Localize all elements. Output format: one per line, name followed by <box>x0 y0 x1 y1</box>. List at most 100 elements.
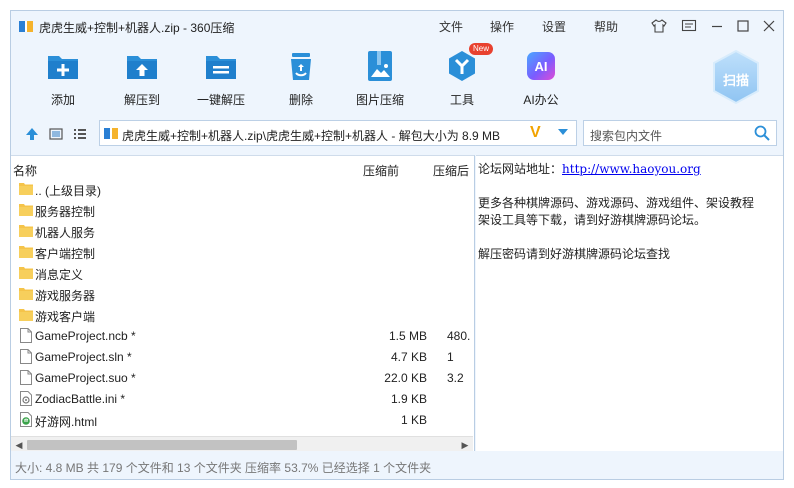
scan-label: 扫描 <box>722 73 749 88</box>
search-icon[interactable] <box>754 125 770 144</box>
tools-icon: New <box>445 43 493 83</box>
extract-to-label: 解压到 <box>123 93 160 107</box>
delete-button[interactable]: 删除 <box>263 49 339 109</box>
item-name: .. (上级目录) <box>35 184 101 198</box>
image-compress-label: 图片压缩 <box>355 93 404 107</box>
extract-to-button[interactable]: 解压到 <box>104 49 180 109</box>
search-input[interactable]: 搜索包内文件 <box>583 120 777 146</box>
zip-file-icon <box>104 128 118 139</box>
tools-label: 工具 <box>449 93 474 107</box>
file-list[interactable]: 名称 压缩前 压缩后 .. (上级目录) 服务器控制机器人服务 客户端控制消息定义游… <box>11 155 475 451</box>
html-file-icon <box>19 412 33 427</box>
item-name: GameProject.suo * <box>35 371 136 385</box>
item-name: 服务器控制 <box>35 205 96 219</box>
list-item[interactable]: 好游网.html 1 KB <box>11 409 471 430</box>
app-window: 虎虎生威+控制+机器人.zip - 360压缩 文件 操作 设置 帮助 添加 解… <box>10 10 784 480</box>
horizontal-scrollbar[interactable]: ◀ ▶ <box>11 436 473 451</box>
add-button[interactable]: 添加 <box>25 49 101 109</box>
scan-button[interactable]: 扫描 <box>711 49 761 105</box>
ai-office-icon: AI <box>524 49 558 83</box>
menu-settings[interactable]: 设置 <box>542 18 566 35</box>
item-name: ZodiacBattle.ini * <box>35 392 126 406</box>
feedback-icon[interactable] <box>681 18 697 34</box>
comment-site-line: 论坛网站地址：http://www.haoyou.org <box>478 160 701 177</box>
list-item[interactable]: 机器人服务 <box>11 220 471 241</box>
minimize-icon[interactable] <box>709 18 725 34</box>
list-item[interactable]: 游戏服务器 <box>11 283 471 304</box>
add-folder-icon <box>46 49 80 83</box>
column-packed[interactable]: 压缩后 <box>433 162 469 179</box>
list-item[interactable]: 消息定义 <box>11 262 471 283</box>
one-click-extract-label: 一键解压 <box>196 93 245 107</box>
trash-icon <box>284 49 318 83</box>
menu-help[interactable]: 帮助 <box>594 18 618 35</box>
item-name: GameProject.sln * <box>35 350 132 364</box>
scroll-left-icon[interactable]: ◀ <box>13 439 25 451</box>
folder-icon <box>19 181 33 196</box>
menu-file[interactable]: 文件 <box>439 18 463 35</box>
item-size: 1.9 KB <box>390 392 427 406</box>
close-icon[interactable] <box>761 18 777 34</box>
list-item[interactable]: 服务器控制 <box>11 199 471 220</box>
item-name: 机器人服务 <box>35 226 96 240</box>
maximize-icon[interactable] <box>735 18 751 34</box>
column-name[interactable]: 名称 <box>13 162 37 179</box>
one-click-extract-button[interactable]: 一键解压 <box>183 49 259 109</box>
item-name: GameProject.ncb * <box>35 329 136 343</box>
scrollbar-thumb[interactable] <box>27 440 297 450</box>
comment-line-2: 更多各种棋牌源码、游戏源码、游戏组件、架设教程 <box>478 196 755 210</box>
search-placeholder: 搜索包内文件 <box>590 129 663 143</box>
list-item[interactable]: ZodiacBattle.ini * 1.9 KB <box>11 388 471 409</box>
thumbnail-view-icon[interactable] <box>47 125 65 143</box>
up-arrow-icon[interactable] <box>23 125 41 143</box>
verified-v-icon: V <box>530 124 541 141</box>
item-name: 游戏服务器 <box>35 289 96 303</box>
list-view-icon[interactable] <box>71 125 89 143</box>
ai-office-button[interactable]: AI AI办公 <box>503 49 579 109</box>
item-packed-size: 3.2 <box>447 371 464 385</box>
ai-office-label: AI办公 <box>523 93 559 107</box>
skin-icon[interactable] <box>651 18 667 34</box>
file-icon <box>19 349 33 364</box>
folder-icon <box>19 244 33 259</box>
image-compress-button[interactable]: 图片压缩 <box>342 49 418 109</box>
nav-controls <box>23 125 103 145</box>
folder-icon <box>19 202 33 217</box>
list-item[interactable]: GameProject.ncb * 1.5 MB 480.7 <box>11 325 471 346</box>
comment-site-label: 论坛网站地址： <box>478 162 563 176</box>
item-size: 1 KB <box>400 413 427 427</box>
new-badge: New <box>468 43 493 55</box>
list-item[interactable]: GameProject.suo * 22.0 KB 3.2 <box>11 367 471 388</box>
list-item[interactable]: .. (上级目录) <box>11 178 471 199</box>
title-bar: 虎虎生威+控制+机器人.zip - 360压缩 文件 操作 设置 帮助 <box>11 11 783 43</box>
list-item[interactable]: GameProject.sln * 4.7 KB 1 <box>11 346 471 367</box>
folder-icon <box>19 223 33 238</box>
chevron-down-icon[interactable] <box>557 126 569 141</box>
address-bar[interactable]: 虎虎生威+控制+机器人.zip\虎虎生威+控制+机器人 - 解包大小为 8.9 … <box>99 120 577 146</box>
list-item[interactable]: 客户端控制 <box>11 241 471 262</box>
zip-app-icon <box>19 21 33 32</box>
status-bar: 大小: 4.8 MB 共 179 个文件和 13 个文件夹 压缩率 53.7% … <box>15 461 432 475</box>
item-name: 消息定义 <box>35 268 84 282</box>
one-click-extract-icon <box>204 49 238 83</box>
item-packed-size: 1 <box>447 350 454 364</box>
menu-operate[interactable]: 操作 <box>490 18 514 35</box>
add-label: 添加 <box>50 93 75 107</box>
comment-site-link[interactable]: http://www.haoyou.org <box>562 162 701 176</box>
window-title: 虎虎生威+控制+机器人.zip - 360压缩 <box>39 21 235 35</box>
ai-icon-text: AI <box>535 59 548 74</box>
tools-button[interactable]: New 工具 <box>424 43 500 109</box>
item-packed-size: 480.7 <box>447 329 471 343</box>
scroll-right-icon[interactable]: ▶ <box>459 439 471 451</box>
column-size[interactable]: 压缩前 <box>363 162 399 179</box>
comment-line-3: 架设工具等下载，请到好游棋牌源码论坛。 <box>478 213 707 227</box>
file-icon <box>19 328 33 343</box>
item-size: 1.5 MB <box>388 329 427 343</box>
item-size: 22.0 KB <box>384 371 427 385</box>
image-compress-icon <box>363 49 397 83</box>
folder-icon <box>19 286 33 301</box>
comment-line-4: 解压密码请到好游棋牌源码论坛查找 <box>478 247 671 261</box>
list-item[interactable]: 游戏客户端 <box>11 304 471 325</box>
delete-label: 删除 <box>288 93 313 107</box>
folder-icon <box>19 265 33 280</box>
